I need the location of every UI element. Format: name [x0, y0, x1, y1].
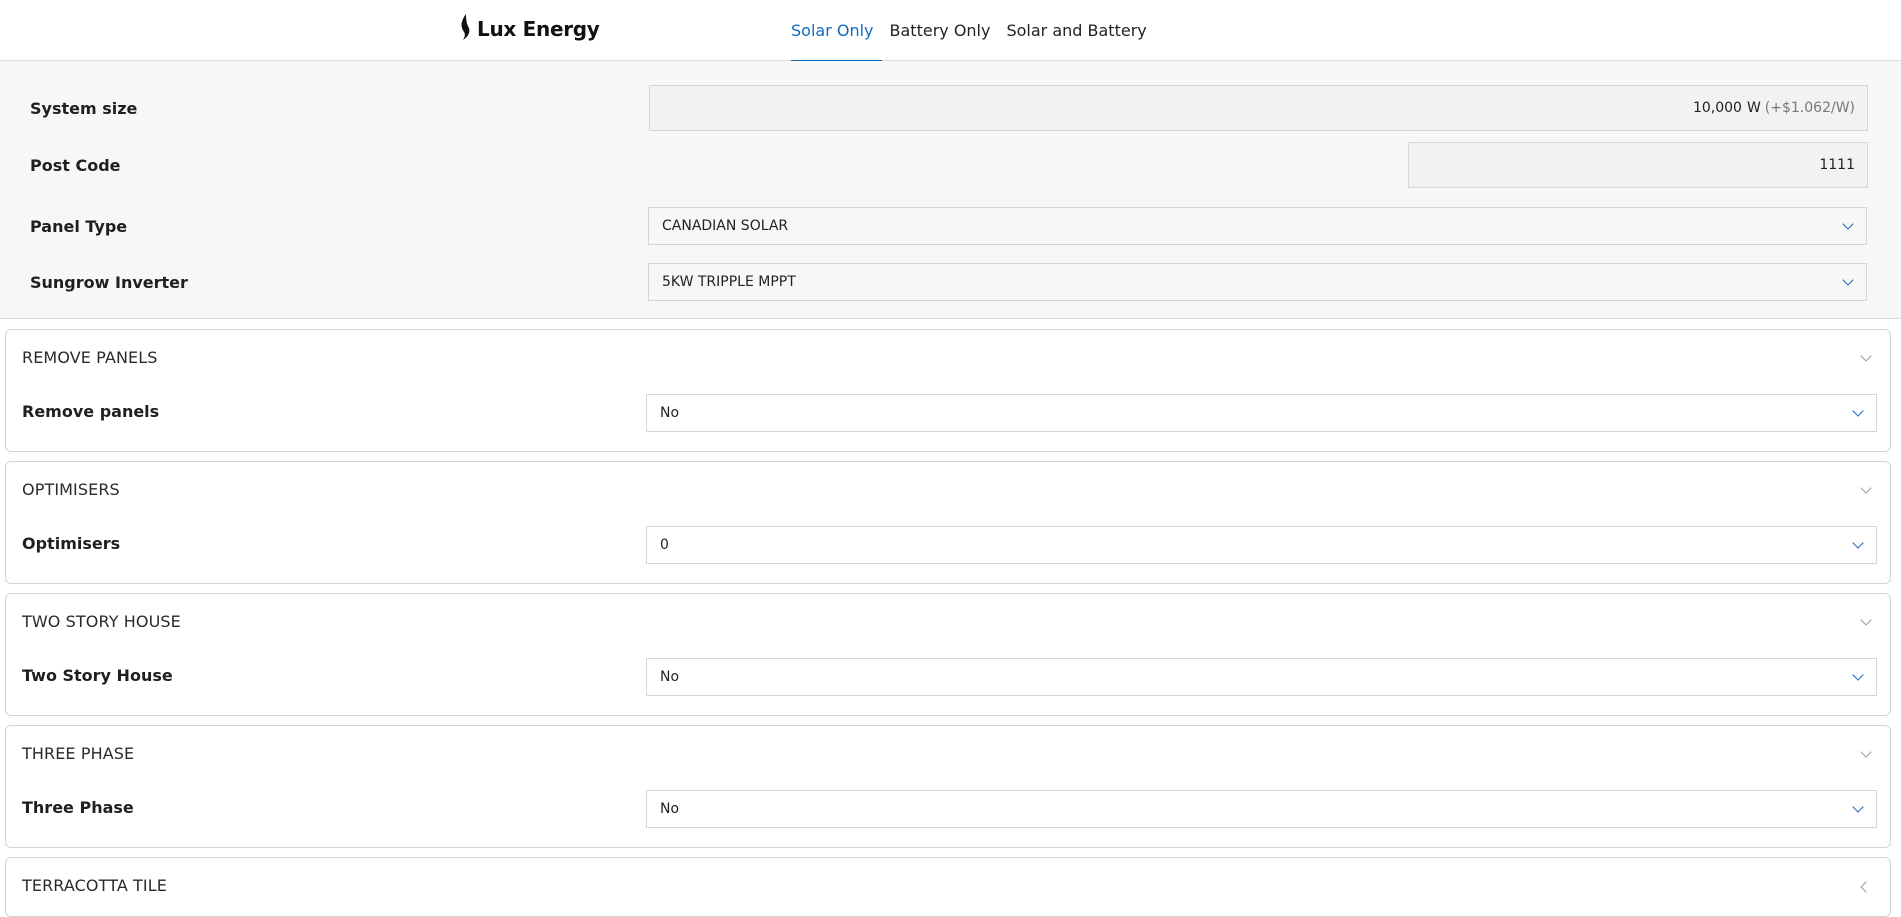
post-code-value: 1111 — [1819, 157, 1855, 173]
remove-panels-section: REMOVE PANELS Remove panels No — [5, 329, 1891, 452]
section-title: REMOVE PANELS — [22, 348, 158, 367]
terracotta-tile-section: TERRACOTTA TILE — [5, 857, 1891, 917]
three-phase-label: Three Phase — [22, 798, 134, 817]
brand-logo[interactable]: Lux Energy — [459, 13, 600, 45]
chevron-down-icon — [1852, 801, 1864, 813]
chevron-down-icon — [1842, 274, 1854, 286]
inverter-value: 5KW TRIPPLE MPPT — [662, 274, 796, 290]
section-title: THREE PHASE — [22, 744, 135, 763]
system-settings-panel: System size 10,000 W (+$1.062/W) Post Co… — [0, 61, 1901, 319]
tab-solar-and-battery[interactable]: Solar and Battery — [998, 0, 1154, 61]
chevron-left-icon[interactable] — [1860, 881, 1872, 893]
post-code-input[interactable]: 1111 — [1408, 142, 1868, 188]
system-size-label: System size — [30, 98, 138, 118]
post-code-row: Post Code 1111 — [0, 142, 1901, 188]
inverter-label: Sungrow Inverter — [30, 272, 188, 292]
optimisers-label: Optimisers — [22, 534, 121, 553]
two-story-house-value: No — [660, 669, 680, 685]
post-code-label: Post Code — [30, 155, 121, 175]
system-size-field[interactable]: 10,000 W (+$1.062/W) — [649, 85, 1868, 131]
two-story-house-section: TWO STORY HOUSE Two Story House No — [5, 593, 1891, 716]
product-tabs: Solar Only Battery Only Solar and Batter… — [791, 0, 1155, 62]
two-story-house-label: Two Story House — [22, 666, 173, 685]
inverter-select[interactable]: 5KW TRIPPLE MPPT — [648, 263, 1867, 301]
optimisers-value: 0 — [660, 537, 669, 553]
chevron-down-icon — [1842, 218, 1854, 230]
remove-panels-label: Remove panels — [22, 402, 160, 421]
system-size-value: 10,000 — [1692, 100, 1742, 116]
section-title: OPTIMISERS — [22, 480, 120, 499]
panel-type-select[interactable]: CANADIAN SOLAR — [648, 207, 1867, 245]
two-story-house-select[interactable]: No — [646, 658, 1877, 696]
chevron-down-icon — [1852, 405, 1864, 417]
chevron-down-icon — [1852, 537, 1864, 549]
flame-logo-icon — [459, 13, 473, 45]
remove-panels-select[interactable]: No — [646, 394, 1877, 432]
chevron-down-icon[interactable] — [1860, 614, 1872, 626]
three-phase-section: THREE PHASE Three Phase No — [5, 725, 1891, 848]
brand-name: Lux Energy — [477, 17, 600, 41]
tab-battery-only[interactable]: Battery Only — [882, 0, 999, 61]
three-phase-value: No — [660, 801, 680, 817]
inverter-row: Sungrow Inverter 5KW TRIPPLE MPPT — [0, 263, 1901, 301]
optimisers-section: OPTIMISERS Optimisers 0 — [5, 461, 1891, 584]
section-title: TWO STORY HOUSE — [22, 612, 181, 631]
system-size-row: System size 10,000 W (+$1.062/W) — [0, 85, 1901, 131]
panel-type-value: CANADIAN SOLAR — [662, 218, 789, 234]
chevron-down-icon[interactable] — [1860, 350, 1872, 362]
system-size-price: (+$1.062/W) — [1764, 100, 1855, 116]
chevron-down-icon — [1852, 669, 1864, 681]
top-navigation-bar: Lux Energy Solar Only Battery Only Solar… — [0, 0, 1901, 62]
panel-type-label: Panel Type — [30, 216, 128, 236]
three-phase-select[interactable]: No — [646, 790, 1877, 828]
chevron-down-icon[interactable] — [1860, 746, 1872, 758]
optimisers-select[interactable]: 0 — [646, 526, 1877, 564]
chevron-down-icon[interactable] — [1860, 482, 1872, 494]
section-title: TERRACOTTA TILE — [22, 876, 167, 895]
remove-panels-value: No — [660, 405, 680, 421]
panel-type-row: Panel Type CANADIAN SOLAR — [0, 207, 1901, 245]
tab-solar-only[interactable]: Solar Only — [791, 0, 882, 62]
system-size-unit: W — [1746, 100, 1761, 116]
